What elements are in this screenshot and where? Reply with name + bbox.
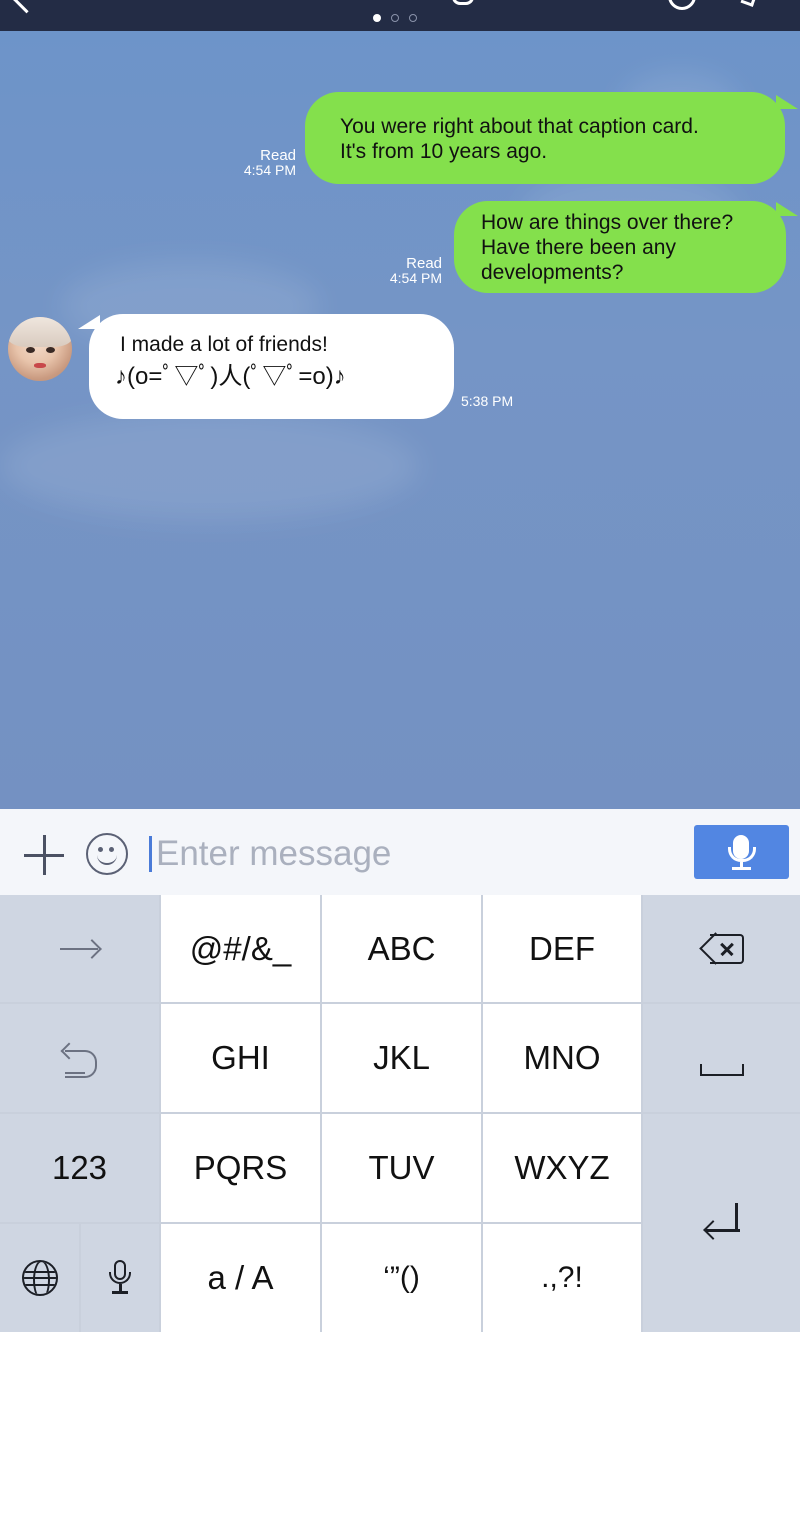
message-line: ♪(o=ﾟ▽ﾟ)人(ﾟ▽ﾟ=o)♪: [115, 363, 346, 390]
message-time: 5:38 PM: [461, 393, 514, 409]
undo-key[interactable]: [0, 1004, 159, 1112]
incoming-message-bubble[interactable]: I made a lot of friends! ♪(o=ﾟ▽ﾟ)人(ﾟ▽ﾟ=o…: [89, 314, 454, 419]
key-pqrs[interactable]: PQRS: [161, 1114, 320, 1222]
chat-area[interactable]: Read 4:54 PM You were right about that c…: [0, 31, 800, 809]
message-input[interactable]: [156, 830, 676, 878]
backspace-icon: [698, 931, 744, 965]
message-line: I made a lot of friends!: [120, 333, 328, 356]
key-def[interactable]: DEF: [483, 895, 641, 1002]
key-label: .,?!: [541, 1261, 583, 1294]
message-meta: Read 4:54 PM: [346, 256, 442, 286]
key-numbers[interactable]: 123: [0, 1114, 159, 1222]
message-line: It's from 10 years ago.: [340, 140, 548, 163]
globe-icon: [21, 1260, 58, 1296]
key-tuv[interactable]: TUV: [322, 1114, 481, 1222]
language-key[interactable]: [0, 1224, 79, 1332]
read-status: Read: [260, 147, 296, 164]
key-label: a / A: [207, 1259, 274, 1296]
page-dot: [391, 14, 399, 22]
smiley-icon[interactable]: [86, 833, 128, 875]
chat-title-fragment: [452, 0, 474, 5]
key-label: WXYZ: [514, 1149, 610, 1186]
key-symbols[interactable]: @#/&_: [161, 895, 320, 1002]
bubble-tail: [776, 95, 798, 109]
space-icon: [699, 1062, 744, 1076]
page-dot-active: [373, 14, 381, 22]
page-indicator: [373, 9, 427, 22]
back-chevron-icon[interactable]: [11, 0, 42, 14]
message-line: You were right about that caption card.: [340, 115, 699, 138]
key-label: DEF: [529, 929, 595, 967]
message-line: Have there been any: [481, 236, 676, 259]
microphone-icon: [108, 1260, 132, 1296]
call-icon[interactable]: [668, 0, 696, 10]
outgoing-message-bubble[interactable]: How are things over there? Have there be…: [454, 201, 786, 293]
undo-icon: [60, 1040, 99, 1078]
key-label: ‘”(): [383, 1261, 420, 1294]
enter-key[interactable]: [643, 1114, 800, 1332]
key-ghi[interactable]: GHI: [161, 1004, 320, 1112]
bubble-tail: [776, 202, 798, 216]
key-wxyz[interactable]: WXYZ: [483, 1114, 641, 1222]
key-jkl[interactable]: JKL: [322, 1004, 481, 1112]
message-time: 4:54 PM: [243, 162, 296, 178]
message-meta: Read 4:54 PM: [200, 148, 296, 178]
message-line: How are things over there?: [481, 211, 734, 234]
backspace-key[interactable]: [643, 895, 800, 1002]
next-key[interactable]: [0, 895, 159, 1002]
top-bar: [0, 0, 800, 31]
voice-message-button[interactable]: [694, 825, 789, 879]
plus-icon[interactable]: [24, 835, 66, 877]
space-key[interactable]: [643, 1004, 800, 1112]
menu-icon[interactable]: [740, 0, 757, 7]
message-time: 4:54 PM: [389, 270, 442, 286]
key-abc[interactable]: ABC: [322, 895, 481, 1002]
keyboard: @#/&_ ABC DEF GHI JKL MNO 123 PQRS TUV W…: [0, 895, 800, 1332]
voice-input-key[interactable]: [81, 1224, 159, 1332]
key-label: PQRS: [193, 1149, 288, 1186]
read-status: Read: [406, 255, 442, 272]
key-label: JKL: [373, 1039, 430, 1076]
message-meta: 5:38 PM: [461, 394, 541, 409]
key-case-toggle[interactable]: a / A: [161, 1224, 320, 1332]
text-caret: [149, 836, 152, 872]
key-punctuation[interactable]: .,?!: [483, 1224, 641, 1332]
key-label: 123: [51, 1149, 108, 1186]
key-mno[interactable]: MNO: [483, 1004, 641, 1112]
enter-icon: [702, 1203, 740, 1243]
key-label: TUV: [368, 1149, 435, 1186]
key-label: GHI: [211, 1039, 270, 1076]
message-line: developments?: [481, 261, 624, 284]
outgoing-message-bubble[interactable]: You were right about that caption card. …: [305, 92, 785, 184]
key-label: MNO: [523, 1039, 601, 1076]
key-label: @#/&_: [189, 929, 292, 967]
avatar[interactable]: [8, 317, 72, 381]
page-dot: [409, 14, 417, 22]
key-label: ABC: [367, 929, 436, 967]
key-quotes[interactable]: ‘”(): [322, 1224, 481, 1332]
arrow-right-icon: [59, 939, 100, 959]
